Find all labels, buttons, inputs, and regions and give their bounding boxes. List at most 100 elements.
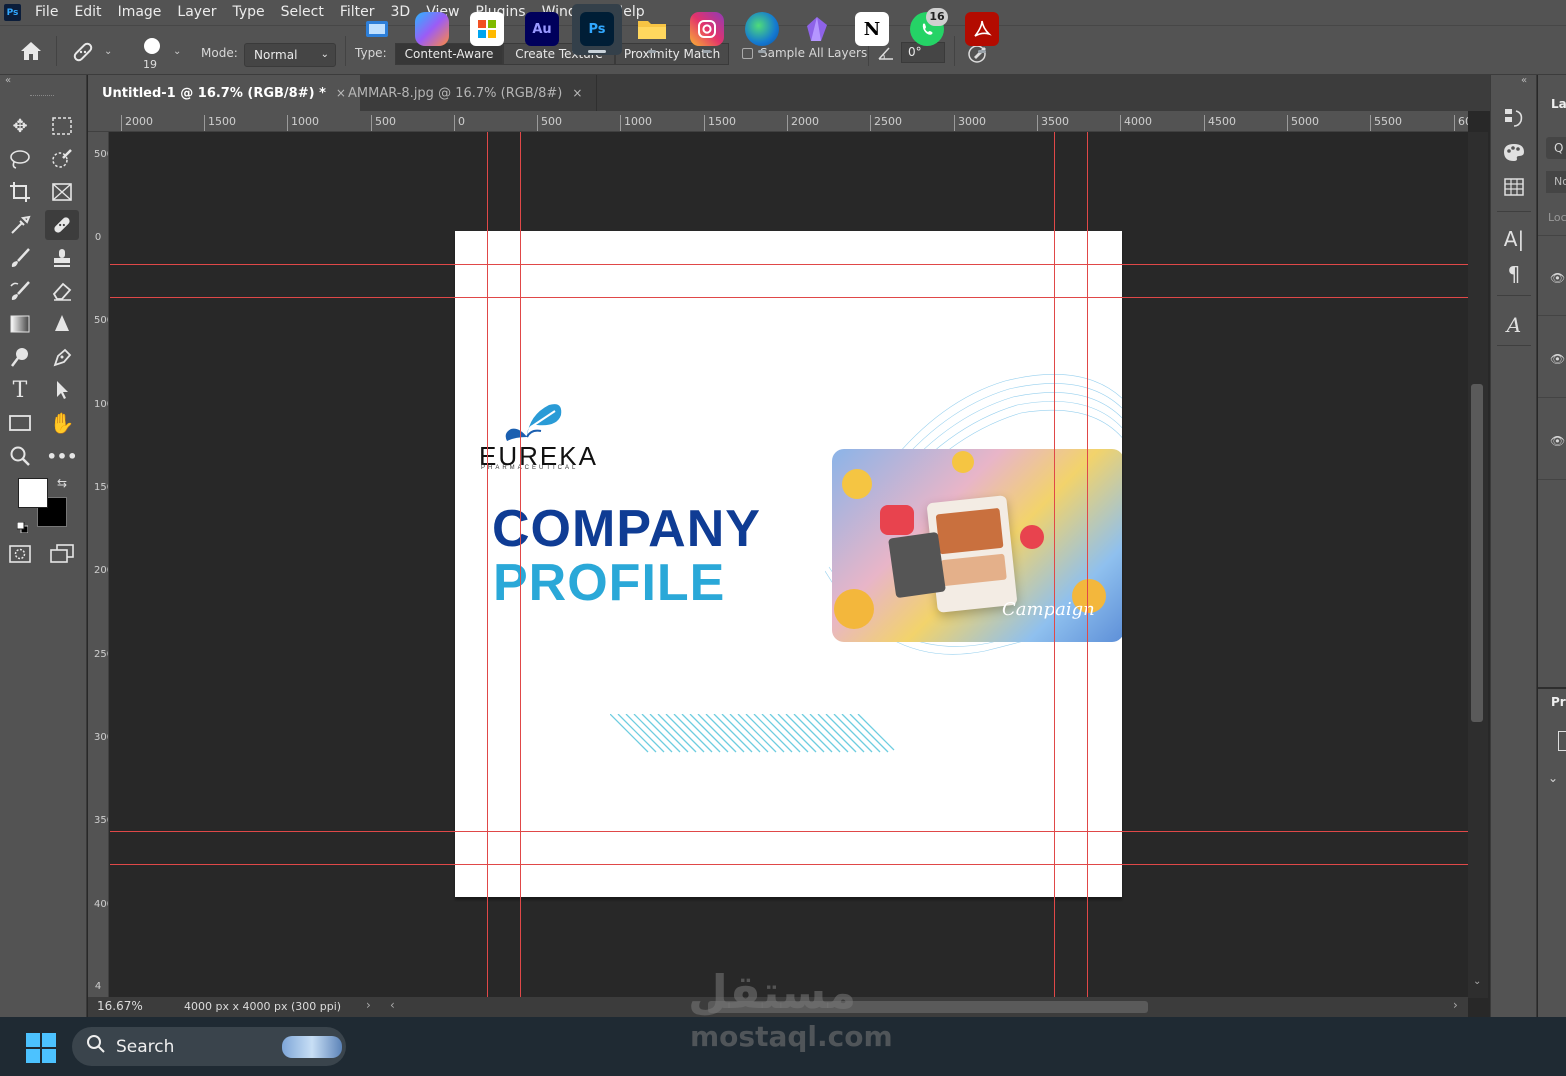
guide-horizontal[interactable] [110,831,1468,832]
windows-start-icon[interactable] [26,1033,56,1067]
menu-layer[interactable]: Layer [169,0,224,25]
chevron-right-icon[interactable]: › [366,998,371,1012]
audition-app-icon[interactable]: Au [525,12,559,46]
photoshop-app-icon[interactable]: Ps [4,4,21,21]
proximity-match-button[interactable]: Proximity Match [615,43,729,65]
document-canvas[interactable]: EUREKA PHARMACEUTICAL COMPANY PROFILE Ca… [455,231,1122,897]
horizontal-ruler[interactable]: 2000 1500 1000 500 0 500 1000 1500 2000 … [88,111,1468,132]
running-indicator [648,50,656,53]
blend-mode-select[interactable]: No [1546,171,1566,193]
edge-browser-icon[interactable] [745,12,779,46]
path-selection-tool-icon[interactable] [45,375,79,405]
eye-visibility-icon[interactable]: 👁 [1550,434,1565,448]
layers-filter-search[interactable]: Q [1546,137,1566,159]
eraser-tool-icon[interactable] [45,276,79,306]
swap-colors-icon[interactable]: ⇆ [57,476,67,490]
vertical-ruler[interactable]: 500 0 500 1000 1500 2000 2500 3000 3500 … [88,132,109,998]
canvas-area[interactable]: EUREKA PHARMACEUTICAL COMPANY PROFILE Ca… [110,132,1468,998]
vertical-scrollbar[interactable]: ⌄ [1468,132,1488,998]
dodge-tool-icon[interactable] [3,342,37,372]
brush-preview[interactable] [144,38,160,54]
photoshop-taskbar-icon[interactable]: Ps [580,12,614,46]
guide-vertical[interactable] [487,132,488,998]
hand-tool-icon[interactable]: ✋ [45,408,79,438]
mode-select[interactable]: Normal ⌄ [244,43,336,67]
screen-mode-icon[interactable] [45,539,79,569]
zoom-level[interactable]: 16.67% [97,999,143,1013]
tab-ammar-8[interactable]: AMMAR-8.jpg @ 16.7% (RGB/8#) × [334,75,598,111]
properties-panel-title[interactable]: Pr [1551,695,1566,709]
menu-image[interactable]: Image [110,0,170,25]
lasso-tool-icon[interactable] [3,144,37,174]
watermark-arabic: مستقل [688,965,857,1019]
type-tool-icon[interactable]: T [3,375,37,405]
eyedropper-tool-icon[interactable] [3,210,37,240]
frame-tool-icon[interactable] [45,177,79,207]
options-bar: ⌄ 19 ⌄ Mode: Normal ⌄ Type: Content-Awar… [0,25,1566,75]
brush-tool-icon[interactable] [3,243,37,273]
rectangle-tool-icon[interactable] [3,408,37,438]
healing-brush-tool-icon[interactable] [45,210,79,240]
home-icon[interactable] [18,40,44,62]
quick-mask-icon[interactable] [3,539,37,569]
tab-untitled-1[interactable]: Untitled-1 @ 16.7% (RGB/8#) * × [88,75,360,111]
gradient-tool-icon[interactable] [3,309,37,339]
paragraph-panel-icon[interactable]: ¶ [1501,261,1527,287]
eye-visibility-icon[interactable]: 👁 [1550,271,1565,285]
guide-horizontal[interactable] [110,864,1468,865]
foreground-color-swatch[interactable] [18,478,48,508]
marquee-tool-icon[interactable] [45,111,79,141]
menu-select[interactable]: Select [273,0,332,25]
chevron-down-icon[interactable]: ⌄ [173,46,181,57]
chevron-down-icon[interactable]: ⌄ [104,46,112,57]
move-tool-icon[interactable]: ✥ [3,111,37,141]
chevron-down-icon[interactable]: ⌄ [1473,976,1481,987]
glyphs-panel-icon[interactable]: A [1501,312,1527,338]
history-panel-icon[interactable] [1501,105,1527,131]
taskbar-search[interactable]: Search [72,1027,346,1066]
crystal-app-icon[interactable] [800,12,834,46]
chevron-left-icon[interactable]: ‹ [390,998,395,1012]
copilot-icon[interactable] [415,12,449,46]
default-colors-icon[interactable] [16,518,29,534]
clone-stamp-tool-icon[interactable] [45,243,79,273]
guide-vertical[interactable] [520,132,521,998]
guide-vertical[interactable] [1087,132,1088,998]
properties-icon[interactable] [1558,731,1566,751]
file-explorer-icon[interactable] [635,12,669,46]
guide-vertical[interactable] [1054,132,1055,998]
acrobat-icon[interactable] [965,12,999,46]
chevron-right-icon[interactable]: › [1453,998,1458,1012]
quick-selection-tool-icon[interactable] [45,144,79,174]
menu-edit[interactable]: Edit [66,0,109,25]
microsoft-store-icon[interactable] [470,12,504,46]
menu-type[interactable]: Type [224,0,272,25]
zoom-tool-icon[interactable] [3,441,37,471]
tablet-app-icon[interactable] [360,12,394,46]
sample-all-layers-label[interactable]: Sample All Layers [760,46,867,60]
guide-horizontal[interactable] [110,264,1468,265]
swatches-grid-icon[interactable] [1501,174,1527,200]
scrollbar-thumb[interactable] [1471,384,1483,722]
guide-horizontal[interactable] [110,297,1468,298]
search-label: Search [116,1036,175,1057]
sample-all-layers-checkbox[interactable] [742,48,753,59]
healing-brush-preset-icon[interactable] [70,39,96,65]
color-palette-icon[interactable] [1501,139,1527,165]
character-panel-icon[interactable]: A| [1501,226,1527,252]
layers-panel-title[interactable]: La [1551,97,1566,111]
menu-file[interactable]: File [27,0,66,25]
history-brush-tool-icon[interactable] [3,276,37,306]
content-aware-button[interactable]: Content-Aware [395,43,503,65]
blur-tool-icon[interactable] [45,309,79,339]
collapse-icon[interactable]: « [1521,75,1527,86]
collapse-icon[interactable]: « [5,75,11,86]
close-icon[interactable]: × [572,86,582,100]
eye-visibility-icon[interactable]: 👁 [1550,352,1565,366]
instagram-icon[interactable] [690,12,724,46]
pen-tool-icon[interactable] [45,342,79,372]
crop-tool-icon[interactable] [3,177,37,207]
notion-icon[interactable]: N [855,12,889,46]
chevron-down-icon[interactable]: ⌄ [1548,771,1558,785]
more-tools-icon[interactable]: ••• [45,441,79,471]
